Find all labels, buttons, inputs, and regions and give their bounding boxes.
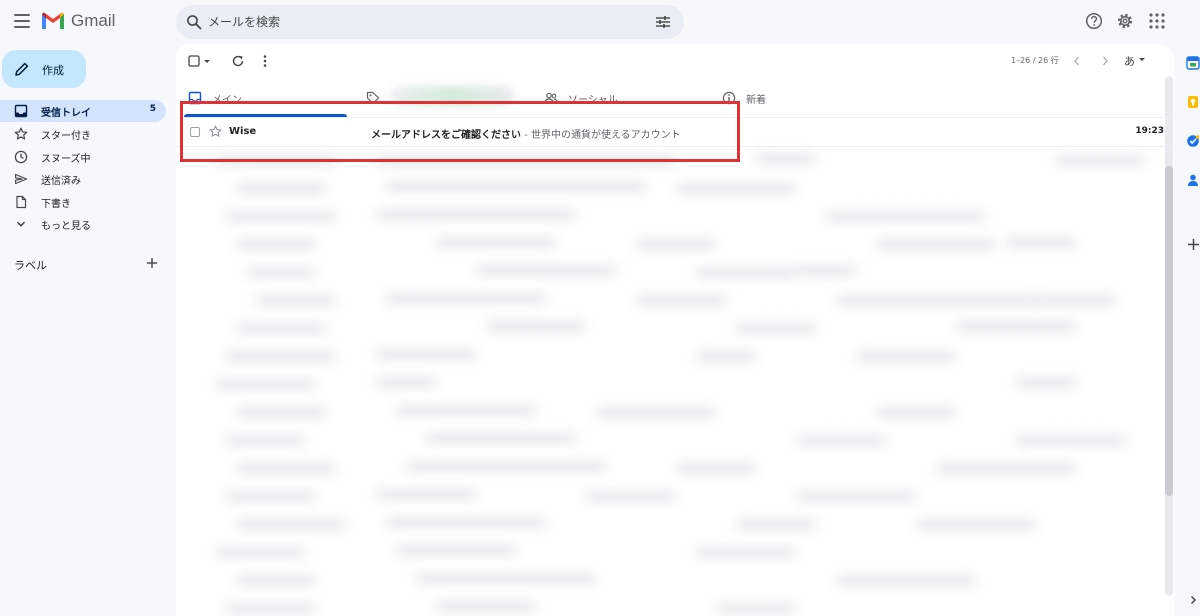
chevron-right-icon[interactable] [1100,54,1110,68]
refresh-icon[interactable] [231,54,245,68]
compose-button[interactable]: 作成 [2,50,86,88]
app-header: Gmail [0,0,1200,44]
sidebar-item-more[interactable]: もっと見る [0,213,166,235]
email-time: 19:23 [1135,126,1164,136]
search-options-icon[interactable] [655,14,671,30]
sidebar-item-label: 送信済み [41,176,81,187]
main-menu-icon[interactable] [14,14,30,28]
annotation-highlight-box [180,101,740,162]
settings-gear-icon[interactable] [1116,12,1134,30]
clock-icon [14,150,28,164]
compose-label: 作成 [42,64,64,77]
sidebar-item-inbox[interactable]: 受信トレイ 5 [0,100,166,122]
scrollbar-thumb[interactable] [1165,166,1173,496]
help-icon[interactable] [1085,12,1103,30]
draft-icon [16,195,27,209]
sidebar-item-label: スター付き [41,131,91,142]
search-input[interactable] [208,12,628,32]
input-tools-button[interactable]: あ [1124,53,1135,69]
search-bar[interactable] [176,5,684,39]
sidebar-item-drafts[interactable]: 下書き [0,191,166,213]
calendar-icon[interactable] [1186,56,1200,70]
sidebar-item-snoozed[interactable]: スヌーズ中 [0,146,166,168]
sidebar-item-label: 下書き [41,199,71,210]
tab-label: 新着 [746,95,766,106]
unread-count-badge: 5 [149,104,156,114]
mail-list-scrollbar[interactable] [1165,76,1173,596]
sidebar-item-sent[interactable]: 送信済み [0,168,166,190]
search-icon[interactable] [186,14,202,30]
tab-updates[interactable]: 新着 [722,84,872,117]
gmail-brand-text[interactable]: Gmail [71,11,115,31]
contacts-icon[interactable] [1186,173,1200,187]
apps-grid-icon[interactable] [1148,12,1166,30]
sidebar-item-label: スヌーズ中 [41,154,91,165]
hide-side-panel-icon[interactable] [1188,594,1198,606]
keep-icon[interactable] [1186,95,1200,109]
inbox-icon [14,104,28,118]
chevron-left-icon[interactable] [1072,54,1082,68]
pagination-range: 1–26 / 26 行 [1011,56,1059,65]
sidebar-item-starred[interactable]: スター付き [0,123,166,145]
more-vert-icon[interactable] [260,54,270,68]
gmail-logo-icon[interactable] [41,11,65,31]
add-label-icon[interactable] [146,257,158,269]
add-app-icon[interactable] [1187,238,1200,251]
tasks-icon[interactable] [1186,134,1200,148]
sidebar-item-label: 受信トレイ [41,108,91,119]
send-icon [15,173,28,185]
sidebar-item-label: もっと見る [41,221,91,232]
select-all-checkbox-icon[interactable] [188,54,212,68]
blurred-email-list [176,147,1174,616]
star-icon [14,127,28,140]
chevron-down-icon [16,221,26,227]
caret-down-icon[interactable] [1138,56,1146,64]
pencil-icon [15,62,29,76]
labels-heading: ラベル [14,259,47,272]
